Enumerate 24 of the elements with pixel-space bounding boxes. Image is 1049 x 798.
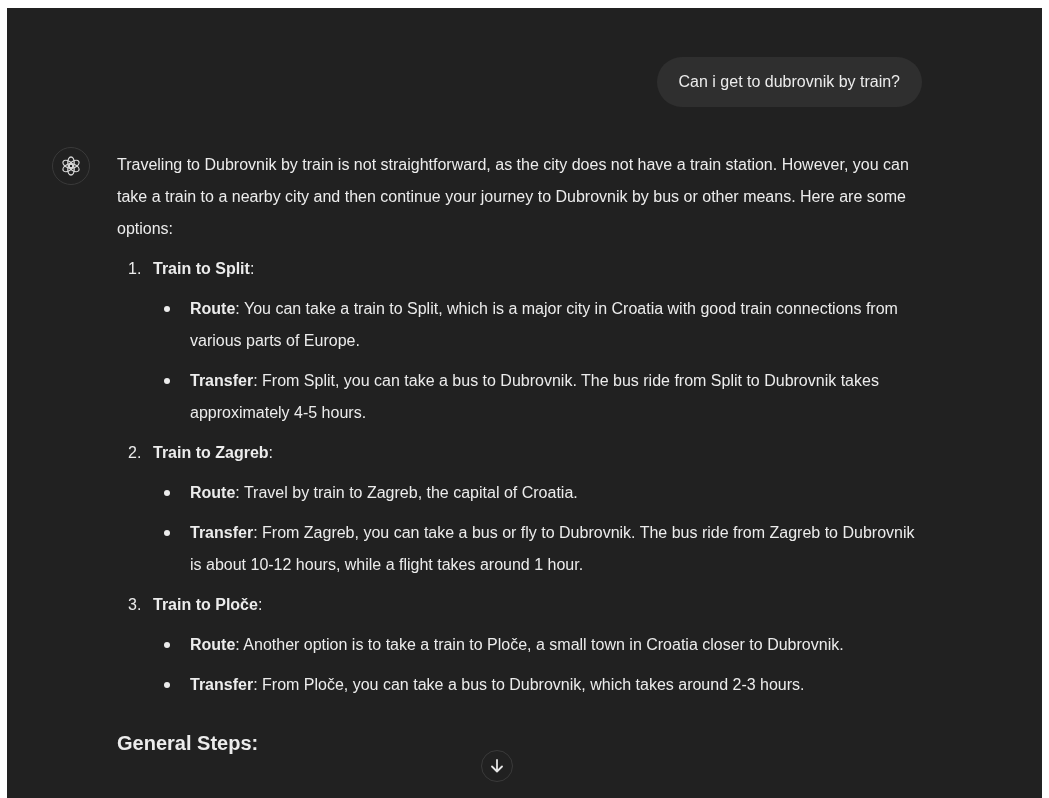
scroll-down-button[interactable]	[481, 750, 513, 782]
list-number: 3.	[128, 595, 143, 615]
option-title: Train to Zagreb:	[153, 443, 274, 463]
list-number: 2.	[128, 443, 143, 463]
bullet-text: Transfer: From Zagreb, you can take a bus or fly to Dubrovnik. The bus ride from Zagreb to Dubrovnik is about 10-12 hours, while a flight takes around 1 hour.	[190, 523, 916, 575]
list-number: 1.	[128, 259, 143, 279]
bullet-text: Transfer: From Split, you can take a bus to Dubrovnik. The bus ride from Split to Dubrovnik takes approximately 4-5 hours.	[190, 371, 880, 423]
option-title: Train to Ploče:	[153, 595, 263, 615]
assistant-avatar-icon	[52, 147, 90, 185]
section-heading: General Steps:	[117, 731, 260, 756]
bullet-icon	[164, 682, 170, 688]
bullet-text: Transfer: From Ploče, you can take a bus to Dubrovnik, which takes around 2-3 hours.	[190, 675, 806, 695]
answer-paragraph: Traveling to Dubrovnik by train is not straightforward, as the city does not have a train station. However, you can take a train to a nearby city and then continue your journey to Dubrovnik by bus or other means. Here are some options:	[117, 155, 910, 239]
user-message: Can i get to dubrovnik by train?	[656, 57, 922, 107]
bullet-icon	[164, 530, 170, 536]
bullet-icon	[164, 306, 170, 312]
bullet-icon	[164, 378, 170, 384]
bullet-text: Route: You can take a train to Split, which is a major city in Croatia with good train connections from various parts of Europe.	[190, 299, 899, 351]
bullet-text: Route: Another option is to take a train to Ploče, a small town in Croatia closer to Dubrovnik.	[190, 635, 845, 655]
option-title: Train to Split:	[153, 259, 255, 279]
bullet-text: Route: Travel by train to Zagreb, the capital of Croatia.	[190, 483, 579, 503]
bullet-icon	[164, 490, 170, 496]
bullet-icon	[164, 642, 170, 648]
arrow-down-icon	[489, 758, 505, 774]
